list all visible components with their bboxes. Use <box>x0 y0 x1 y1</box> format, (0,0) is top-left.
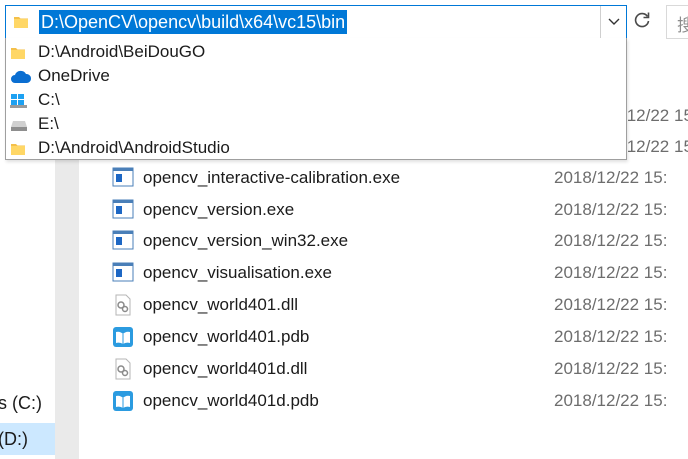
file-date: 2018/12/22 15: <box>554 168 668 187</box>
nav-item-drive-d[interactable]: (D:) <box>0 423 55 455</box>
folder-icon <box>10 140 26 164</box>
file-date: 2018/12/22 15: <box>554 200 668 219</box>
history-item[interactable]: OneDrive <box>6 64 626 88</box>
history-item[interactable]: D:\Android\BeiDouGO <box>6 40 626 64</box>
search-placeholder: 搜 <box>677 16 688 36</box>
exe-icon <box>112 199 134 229</box>
refresh-button[interactable] <box>627 5 657 39</box>
address-history-dropdown: D:\Android\BeiDouGO OneDrive C:\ E:\ D:\… <box>5 38 627 160</box>
exe-icon <box>112 230 134 260</box>
search-input[interactable]: 搜 <box>666 5 688 39</box>
file-name: opencv_version.exe <box>143 200 295 219</box>
nav-item-label: (D:) <box>0 429 28 449</box>
file-date: 2018/12/22 15: <box>554 327 668 346</box>
file-name: opencv_interactive-calibration.exe <box>143 168 401 187</box>
history-item[interactable]: E:\ <box>6 112 626 136</box>
file-name: opencv_world401.dll <box>143 295 298 314</box>
history-item-label: D:\Android\BeiDouGO <box>38 42 206 61</box>
file-date: /12/22 15: <box>622 106 688 125</box>
file-date: 2018/12/22 15: <box>554 391 668 410</box>
file-name: opencv_world401d.pdb <box>143 391 319 410</box>
history-item-label: E:\ <box>38 114 59 133</box>
history-item-label: C:\ <box>38 90 60 109</box>
file-date: 2018/12/22 15: <box>554 263 668 282</box>
file-date: 2018/12/22 15: <box>554 231 668 250</box>
file-name: opencv_world401.pdb <box>143 327 310 346</box>
address-bar[interactable]: D:\OpenCV\opencv\build\x64\vc15\bin <box>5 5 627 39</box>
chevron-down-icon <box>608 13 620 31</box>
address-path-input[interactable]: D:\OpenCV\opencv\build\x64\vc15\bin <box>39 10 348 34</box>
history-item-label: D:\Android\AndroidStudio <box>38 138 230 157</box>
file-date: 2018/12/22 15: <box>554 359 668 378</box>
history-item[interactable]: D:\Android\AndroidStudio <box>6 136 626 160</box>
history-item[interactable]: C:\ <box>6 88 626 112</box>
exe-icon <box>112 167 134 197</box>
exe-icon <box>112 262 134 292</box>
nav-item-label: s (C:) <box>0 393 42 413</box>
navigation-scrollbar-track[interactable] <box>55 160 79 459</box>
file-name: opencv_version_win32.exe <box>143 231 349 250</box>
file-name: opencv_world401d.dll <box>143 359 308 378</box>
address-dropdown-button[interactable] <box>600 6 626 38</box>
file-date: 2018/12/22 15: <box>554 295 668 314</box>
folder-icon <box>13 14 29 35</box>
file-date: /12/22 15: <box>622 137 688 156</box>
nav-item-drive-c[interactable]: s (C:) <box>0 387 55 419</box>
refresh-icon <box>632 10 652 35</box>
file-name: opencv_visualisation.exe <box>143 263 333 282</box>
history-item-label: OneDrive <box>38 66 110 85</box>
pdb-icon <box>112 390 134 422</box>
